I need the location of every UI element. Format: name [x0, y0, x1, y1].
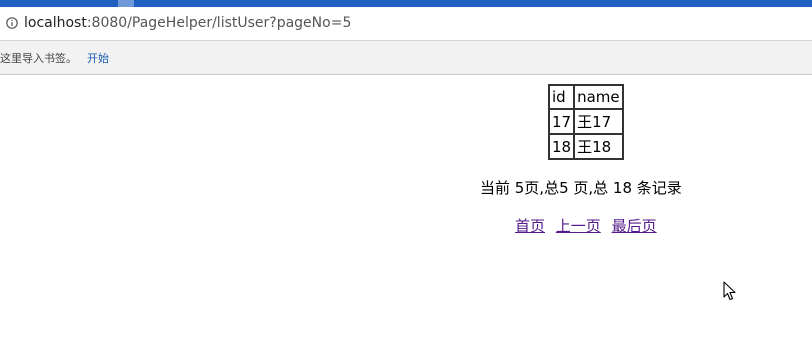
address-bar[interactable]: localhost:8080/PageHelper/listUser?pageN…	[0, 7, 812, 41]
pagination-links: 首页 上一页 最后页	[515, 215, 663, 236]
url-path: :8080/PageHelper/listUser?pageNo=5	[86, 15, 352, 31]
header-name: name	[574, 85, 623, 109]
previous-page-link[interactable]: 上一页	[556, 217, 601, 235]
cell-id: 18	[549, 134, 575, 159]
pagination-summary: 当前 5页,总5 页,总 18 条记录	[480, 179, 682, 197]
user-table: id name 17 王17 18 王18	[548, 84, 624, 160]
url-text[interactable]: localhost:8080/PageHelper/listUser?pageN…	[24, 15, 351, 31]
bookmarks-start-link[interactable]: 开始	[87, 50, 109, 66]
bookmarks-hint: 这里导入书签。	[0, 52, 77, 65]
cell-name: 王18	[574, 134, 623, 159]
table-header-row: id name	[549, 85, 623, 109]
bookmarks-bar: 这里导入书签。 开始	[0, 41, 812, 75]
cell-id: 17	[549, 109, 575, 134]
cell-name: 王17	[574, 109, 623, 134]
first-page-link[interactable]: 首页	[515, 217, 545, 235]
browser-tab-strip	[0, 0, 812, 7]
header-id: id	[549, 85, 575, 109]
page-content: id name 17 王17 18 王18 当前 5页,总5 页,总 18 条记…	[0, 75, 812, 338]
tab-edge	[118, 0, 134, 7]
url-host: localhost	[24, 15, 87, 31]
table-row: 18 王18	[549, 134, 623, 159]
info-icon[interactable]	[6, 17, 18, 29]
last-page-link[interactable]: 最后页	[612, 217, 657, 235]
table-row: 17 王17	[549, 109, 623, 134]
mouse-cursor-icon	[723, 281, 736, 301]
